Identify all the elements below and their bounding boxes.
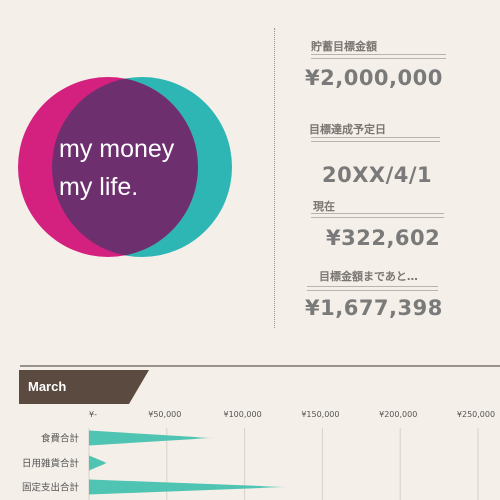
current-value: ¥322,602: [326, 226, 441, 250]
x-tick-label: ¥250,000: [457, 410, 495, 419]
vertical-divider: [274, 28, 275, 328]
bar: [89, 479, 288, 495]
category-label: 食費合計: [41, 433, 80, 445]
x-tick-label: ¥-: [89, 410, 97, 419]
savings-goal-value: ¥2,000,000: [305, 66, 443, 90]
remaining-label: 目標金額まであと…: [319, 270, 418, 283]
x-tick-label: ¥150,000: [301, 410, 339, 419]
x-tick-label: ¥100,000: [224, 410, 262, 419]
remaining-value: ¥1,677,398: [305, 296, 443, 320]
logo: my money my life.: [18, 77, 232, 257]
x-tick-label: ¥200,000: [379, 410, 417, 419]
logo-line-2: my life.: [59, 173, 138, 201]
target-date-value: 20XX/4/1: [322, 163, 433, 187]
logo-line-1: my money: [59, 135, 175, 163]
month-label: March: [28, 379, 67, 394]
target-date-underline: [311, 137, 440, 142]
expense-chart: ¥- ¥50,000 ¥100,000 ¥150,000 ¥200,000 ¥250,00…: [22, 410, 495, 500]
bar: [89, 455, 107, 471]
x-tick-label: ¥50,000: [148, 410, 181, 419]
savings-goal-underline: [311, 54, 446, 59]
remaining-underline: [307, 286, 438, 291]
category-label: 日用雑貨合計: [22, 458, 80, 470]
bar: [89, 430, 212, 446]
section-divider: [20, 365, 500, 367]
current-label: 現在: [313, 200, 335, 213]
category-label: 固定支出合計: [22, 482, 80, 494]
current-underline: [311, 213, 444, 218]
target-date-label: 目標達成予定日: [309, 123, 386, 136]
savings-goal-label: 貯蓄目標金額: [311, 40, 377, 53]
